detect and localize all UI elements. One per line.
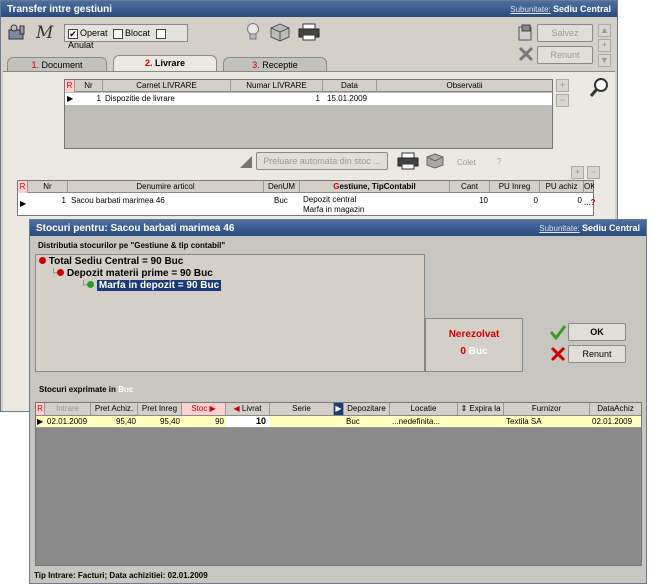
renunt-x-icon: [550, 346, 566, 362]
tools-icon[interactable]: [7, 24, 27, 42]
dialog-title-bar: Stocuri pentru: Sacou barbati marimea 46…: [30, 220, 646, 236]
dialog-subunit: Subunitate: Sediu Central: [539, 223, 640, 233]
table-row[interactable]: ▶ 1 Sacou barbati marimea 46 Buc Depozit…: [18, 194, 596, 215]
table-row[interactable]: ▶ 1 Dispozitie de livrare 1 15.01.2009: [65, 93, 552, 106]
status-bar: Tip Intrare: Facturi; Data achizitiei: 0…: [34, 571, 208, 580]
tab-livrare[interactable]: 2. Livrare: [113, 55, 217, 71]
cancel-x-icon: [518, 46, 534, 62]
box-icon[interactable]: [269, 22, 291, 42]
magnifier-icon[interactable]: [589, 77, 611, 99]
tab-receptie[interactable]: 3. Receptie: [223, 57, 327, 71]
preluare-automata-button[interactable]: Preluare automata din stoc ...: [256, 152, 388, 170]
ok-button[interactable]: OK: [568, 323, 626, 341]
livrare-grid: R Nr Carnet LIVRARE Numar LIVRARE Data O…: [64, 79, 553, 149]
blocat-checkbox[interactable]: Blocat: [113, 28, 150, 39]
tree-node-marfa[interactable]: └ Marfa in depozit = 90 Buc: [80, 280, 222, 291]
main-subunit: Subunitate: Sediu Central: [510, 4, 611, 14]
operat-checkbox[interactable]: ✔ Operat: [68, 28, 108, 39]
stocuri-dialog: Stocuri pentru: Sacou barbati marimea 46…: [29, 219, 647, 584]
lightbulb-icon[interactable]: [245, 22, 261, 42]
help-question: ?: [497, 157, 502, 166]
dialog-title: Stocuri pentru: Sacou barbati marimea 46: [36, 223, 235, 234]
articles-grid: R Nr Denumire articol DenUM Gestiune, Ti…: [17, 180, 596, 216]
articles-remove-button[interactable]: −: [587, 166, 600, 179]
nerezolvat-panel: Nerezolvat 0 Buc: [425, 318, 523, 372]
save-button[interactable]: Salvez: [537, 24, 593, 42]
flags-group: ✔ Operat Blocat Anulat: [64, 24, 188, 50]
save-doc-icon: [517, 24, 535, 42]
nerezolvat-value: 0 Buc: [460, 346, 488, 357]
script-m-icon[interactable]: M: [36, 23, 58, 43]
distributie-label: Distributia stocurilor pe "Gestiune & ti…: [38, 241, 226, 250]
cancel-button[interactable]: Renunt: [537, 46, 593, 64]
tab-document[interactable]: 1. Document: [7, 57, 107, 71]
import-icon: [239, 155, 253, 169]
colet-label: Colet: [457, 158, 476, 167]
livrare-add-button[interactable]: +: [556, 79, 569, 92]
tree-node-total[interactable]: Total Sediu Central = 90 Buc: [39, 256, 183, 267]
nav-add-button[interactable]: +: [598, 39, 611, 52]
livrat-cell[interactable]: 10: [226, 416, 270, 427]
stock-tree: Total Sediu Central = 90 Buc └ Depozit m…: [35, 254, 425, 372]
printer-icon[interactable]: [298, 23, 320, 41]
ok-cell[interactable]: ...?: [584, 198, 600, 207]
nerezolvat-label: Nerezolvat: [448, 329, 500, 340]
box-icon-2[interactable]: [425, 152, 445, 170]
articles-add-button[interactable]: +: [571, 166, 584, 179]
ok-check-icon: [549, 324, 567, 341]
renunt-button[interactable]: Renunt: [568, 345, 626, 363]
main-title: Transfer intre gestiuni: [7, 4, 113, 15]
tree-node-depozit[interactable]: └ Depozit materii prime = 90 Buc: [50, 268, 213, 279]
livrare-remove-button[interactable]: −: [556, 94, 569, 107]
printer-icon-2[interactable]: [397, 152, 419, 170]
nav-down-button[interactable]: ▼: [598, 54, 611, 67]
stocuri-grid: R Intrare Pret Achiz. Pret Inreg Stoc ▶ …: [35, 402, 642, 566]
nav-up-button[interactable]: ▲: [598, 24, 611, 37]
table-row[interactable]: ▶ 02.01.2009 95,40 95,40 90 10 Buc ...ne…: [36, 416, 641, 428]
stocuri-label: Stocuri exprimate in Buc: [39, 385, 134, 394]
main-title-bar: Transfer intre gestiuni Subunitate: Sedi…: [1, 1, 617, 17]
